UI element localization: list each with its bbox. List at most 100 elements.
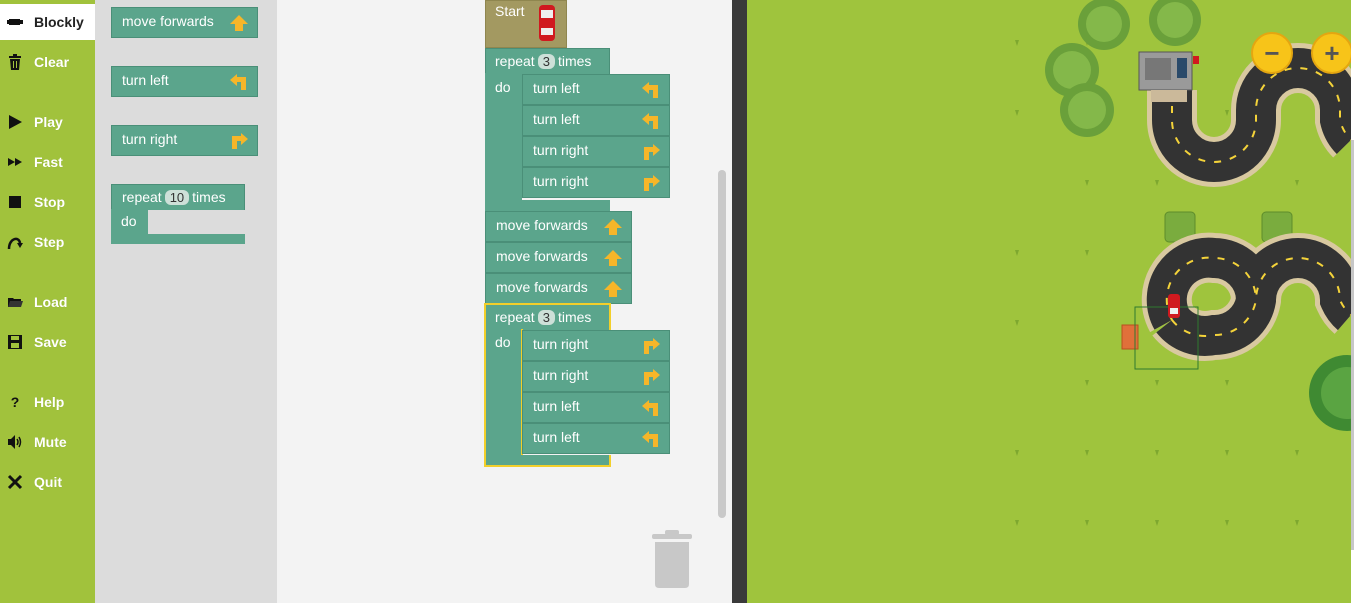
toolbox-turn-right-block[interactable]: turn right (111, 125, 258, 156)
block-label: turn right (533, 142, 589, 158)
sidebar-item-label: Help (34, 394, 65, 410)
block-label: turn left (533, 398, 580, 414)
turn-left-arrow-icon (230, 74, 246, 90)
move-forwards-block[interactable]: move forwards (485, 273, 632, 304)
zoom-out-button[interactable]: − (1251, 32, 1293, 74)
panel-divider[interactable] (732, 0, 747, 603)
sidebar-item-clear[interactable]: Clear (0, 44, 95, 80)
do-label: do (121, 213, 137, 229)
move-forwards-block[interactable]: move forwards (485, 211, 632, 242)
turn-right-block[interactable]: turn right (522, 167, 670, 198)
destination-marker-icon (1121, 324, 1139, 350)
turn-right-block[interactable]: turn right (522, 330, 670, 361)
block-label: turn left (533, 111, 580, 127)
sidebar-item-step[interactable]: Step (0, 224, 95, 260)
car-icon (539, 5, 555, 41)
sidebar-item-play[interactable]: Play (0, 104, 95, 140)
page-scrollbar-thumb[interactable] (1351, 140, 1354, 550)
repeat-block-1-spine: do (485, 73, 522, 203)
block-label: turn right (533, 173, 589, 189)
sidebar-item-load[interactable]: Load (0, 284, 95, 320)
game-map: − + (747, 0, 1351, 603)
sidebar-item-quit[interactable]: Quit (0, 464, 95, 500)
repeat-block-2[interactable]: repeat 3 times (484, 303, 611, 330)
turn-left-block[interactable]: turn left (522, 423, 670, 454)
zoom-out-icon: − (1264, 37, 1280, 68)
block-label: move forwards (496, 248, 588, 264)
stop-icon (0, 194, 30, 210)
repeat-block-2-foot (484, 455, 611, 467)
turn-left-arrow-icon (642, 400, 658, 416)
folder-icon (0, 294, 30, 310)
zoom-in-icon: + (1324, 37, 1340, 68)
trash-icon (0, 54, 30, 70)
turn-left-block[interactable]: turn left (522, 74, 670, 105)
block-label: move forwards (496, 279, 588, 295)
toolbox-repeat-block[interactable]: repeat 10 times (111, 184, 245, 210)
play-icon (0, 114, 30, 130)
turn-left-arrow-icon (642, 431, 658, 447)
sidebar-item-mute[interactable]: Mute (0, 424, 95, 460)
sidebar-item-stop[interactable]: Stop (0, 184, 95, 220)
arrow-up-icon (604, 281, 622, 297)
turn-right-arrow-icon (644, 144, 660, 160)
block-label: turn left (533, 80, 580, 96)
map-scene (1015, 0, 1351, 526)
repeat-block-1[interactable]: repeat 3 times (485, 48, 610, 74)
sidebar-item-blockly[interactable]: Blockly (0, 4, 95, 40)
repeat-block-foot (111, 234, 245, 244)
trash-can-icon[interactable] (650, 530, 694, 588)
repeat-block-spine: do (111, 209, 148, 235)
repeat-label: repeat 3 times (495, 53, 592, 69)
page-scrollbar[interactable] (1351, 0, 1355, 603)
save-icon (0, 334, 30, 350)
repeat-count-field[interactable]: 3 (537, 54, 555, 69)
start-label: Start (495, 3, 525, 19)
road-lower (1141, 232, 1351, 361)
arrow-up-icon (230, 15, 248, 31)
block-label: turn right (122, 131, 178, 147)
sidebar-item-help[interactable]: ? Help (0, 384, 95, 420)
sidebar: Blockly Clear Play Fast Stop Step Load S… (0, 0, 95, 603)
blockly-icon (0, 14, 30, 30)
block-label: turn right (533, 367, 589, 383)
move-forwards-block[interactable]: move forwards (485, 242, 632, 273)
turn-left-block[interactable]: turn left (522, 392, 670, 423)
toolbox-turn-left-block[interactable]: turn left (111, 66, 258, 97)
sidebar-item-label: Quit (34, 474, 62, 490)
sidebar-item-label: Load (34, 294, 68, 310)
arrow-up-icon (604, 250, 622, 266)
block-label: turn left (533, 429, 580, 445)
fast-forward-icon (0, 154, 30, 170)
turn-right-arrow-icon (644, 175, 660, 191)
do-label: do (495, 334, 511, 350)
do-label: do (495, 79, 511, 95)
sidebar-item-label: Save (34, 334, 67, 350)
turn-left-block[interactable]: turn left (522, 105, 670, 136)
repeat-block-2-spine: do (484, 329, 523, 459)
car-icon (1168, 294, 1180, 318)
block-label: move forwards (496, 217, 588, 233)
workspace-scrollbar[interactable] (718, 170, 726, 518)
turn-right-block[interactable]: turn right (522, 361, 670, 392)
repeat-count-field[interactable]: 3 (537, 310, 555, 325)
block-label: turn left (122, 72, 169, 88)
close-icon (0, 474, 30, 490)
sidebar-item-fast[interactable]: Fast (0, 144, 95, 180)
repeat-count-field[interactable]: 10 (164, 190, 190, 205)
sidebar-item-save[interactable]: Save (0, 324, 95, 360)
help-icon: ? (10, 394, 20, 410)
sidebar-item-label: Fast (34, 154, 63, 170)
zoom-in-button[interactable]: + (1311, 32, 1351, 74)
turn-right-arrow-icon (644, 338, 660, 354)
toolbox-move-forwards-block[interactable]: move forwards (111, 7, 258, 38)
start-block[interactable]: Start (485, 0, 567, 48)
repeat-label: repeat 3 times (495, 309, 592, 325)
sidebar-item-label: Step (34, 234, 65, 250)
sidebar-item-label: Blockly (34, 14, 84, 30)
turn-right-block[interactable]: turn right (522, 136, 670, 167)
turn-right-arrow-icon (232, 133, 248, 149)
sidebar-item-label: Mute (34, 434, 67, 450)
step-icon (0, 234, 30, 250)
repeat-label: repeat 10 times (122, 189, 226, 205)
